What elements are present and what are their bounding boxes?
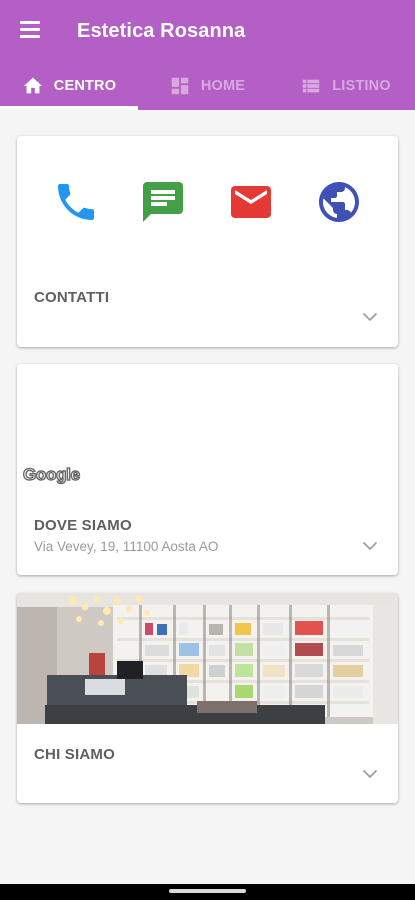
tab-home[interactable]: HOME	[138, 62, 276, 110]
app-title: Estetica Rosanna	[77, 20, 246, 42]
list-icon	[302, 79, 320, 93]
globe-icon[interactable]	[315, 178, 363, 226]
about-card: CHI SIAMO	[17, 593, 398, 803]
tab-indicator	[0, 106, 138, 110]
location-title: DOVE SIAMO	[34, 517, 132, 534]
home-gesture-handle[interactable]	[169, 889, 246, 893]
home-icon	[23, 77, 42, 94]
contacts-card: CONTATTI	[17, 136, 398, 347]
dashboard-icon	[171, 77, 189, 95]
tab-bar: CENTRO HOME LISTINO	[0, 62, 415, 110]
system-nav-bar	[0, 884, 415, 900]
tab-centro-label: CENTRO	[53, 78, 117, 94]
email-icon[interactable]	[227, 178, 275, 226]
tab-listino-label: LISTINO	[332, 78, 391, 94]
about-title: CHI SIAMO	[34, 746, 115, 763]
tab-centro[interactable]: CENTRO	[0, 62, 138, 110]
phone-icon[interactable]	[52, 178, 100, 226]
chevron-down-icon[interactable]	[362, 769, 378, 779]
google-logo: Google	[22, 464, 80, 484]
menu-icon[interactable]	[20, 21, 40, 38]
location-address: Via Vevey, 19, 11100 Aosta AO	[34, 539, 219, 554]
app-bar: Estetica Rosanna CENTRO HOME LISTINO	[0, 0, 415, 110]
location-card: Google DOVE SIAMO Via Vevey, 19, 11100 A…	[17, 364, 398, 575]
message-icon[interactable]	[139, 178, 187, 226]
tab-home-label: HOME	[200, 78, 246, 94]
tab-listino[interactable]: LISTINO	[276, 62, 415, 110]
salon-photo	[17, 593, 398, 724]
contacts-title: CONTATTI	[34, 289, 110, 306]
chevron-down-icon[interactable]	[362, 312, 378, 322]
chevron-down-icon[interactable]	[362, 541, 378, 551]
